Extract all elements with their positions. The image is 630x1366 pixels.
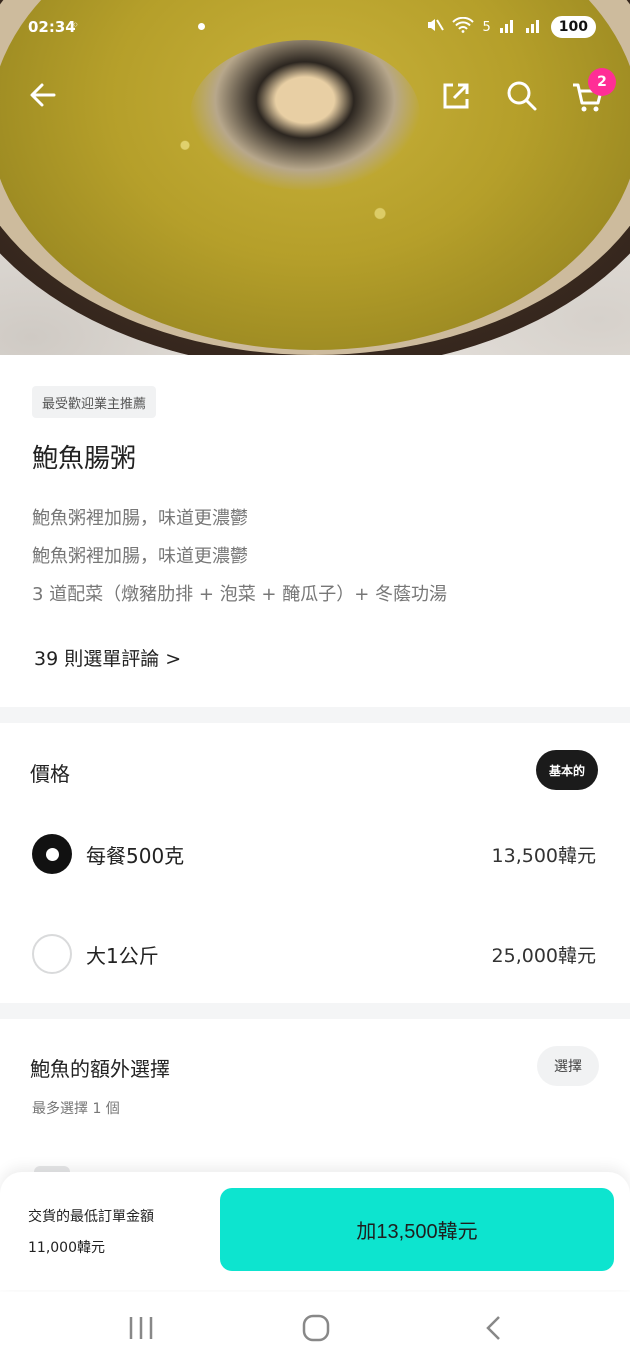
optional-badge: 選擇 [537, 1046, 599, 1086]
system-nav-bar [0, 1292, 630, 1366]
radio-selected[interactable] [32, 834, 72, 874]
price-option[interactable]: 每餐500克 13,500韓元 [32, 833, 596, 875]
camera-dot [198, 23, 205, 30]
description-line: 3 道配菜（燉豬肋排 + 泡菜 + 醃瓜子）+ 冬蔭功湯 [32, 584, 448, 605]
status-bar: 02:34 ◦ 5 100 [0, 0, 630, 56]
cart-count-badge: 2 [588, 68, 616, 96]
mute-icon [426, 16, 445, 38]
option-label: 每餐500克 [86, 843, 185, 868]
status-indicator: ◦ [72, 18, 80, 32]
description-line: 鮑魚粥裡加腸，味道更濃鬱 [32, 546, 248, 567]
status-icons: 5 100 [426, 16, 596, 38]
reviews-link[interactable]: 39 則選單評論 > [34, 644, 181, 671]
battery-indicator: 100 [550, 16, 596, 38]
back-nav-icon[interactable] [474, 1312, 514, 1344]
signal-icon [499, 17, 517, 37]
price-option[interactable]: 大1公斤 25,000韓元 [32, 933, 596, 975]
option-label: 大1公斤 [86, 943, 159, 968]
section-divider [0, 1003, 630, 1019]
extra-section-title: 鮑魚的額外選擇 [30, 1057, 170, 1081]
add-to-cart-button[interactable]: 加13,500韓元 [220, 1188, 614, 1271]
home-icon[interactable] [296, 1312, 336, 1344]
product-description: 鮑魚粥裡加腸，味道更濃鬱 鮑魚粥裡加腸，味道更濃鬱 3 道配菜（燉豬肋排 + 泡… [32, 500, 447, 614]
min-order-label: 交貨的最低訂單金額 [28, 1209, 154, 1225]
status-time: 02:34 [28, 18, 76, 36]
popular-tag: 最受歡迎業主推薦 [32, 386, 157, 418]
description-line: 鮑魚粥裡加腸，味道更濃鬱 [32, 508, 248, 529]
recent-apps-icon[interactable] [121, 1312, 161, 1344]
product-title: 鮑魚腸粥 [32, 444, 137, 474]
min-order-value: 11,000韓元 [28, 1240, 105, 1256]
option-price: 25,000韓元 [491, 944, 596, 967]
share-icon[interactable] [438, 78, 474, 114]
radio-unselected[interactable] [32, 934, 72, 974]
signal-icon [525, 17, 543, 37]
network-label: 5 [482, 19, 491, 35]
option-price: 13,500韓元 [491, 844, 596, 867]
price-section-title: 價格 [30, 762, 70, 786]
section-divider [0, 707, 630, 723]
back-arrow-icon[interactable] [26, 78, 60, 112]
required-badge: 基本的 [536, 750, 598, 790]
wifi-icon [452, 16, 475, 37]
topping [190, 40, 420, 190]
max-selection-note: 最多選擇 1 個 [32, 1101, 120, 1117]
search-icon[interactable] [504, 78, 540, 114]
